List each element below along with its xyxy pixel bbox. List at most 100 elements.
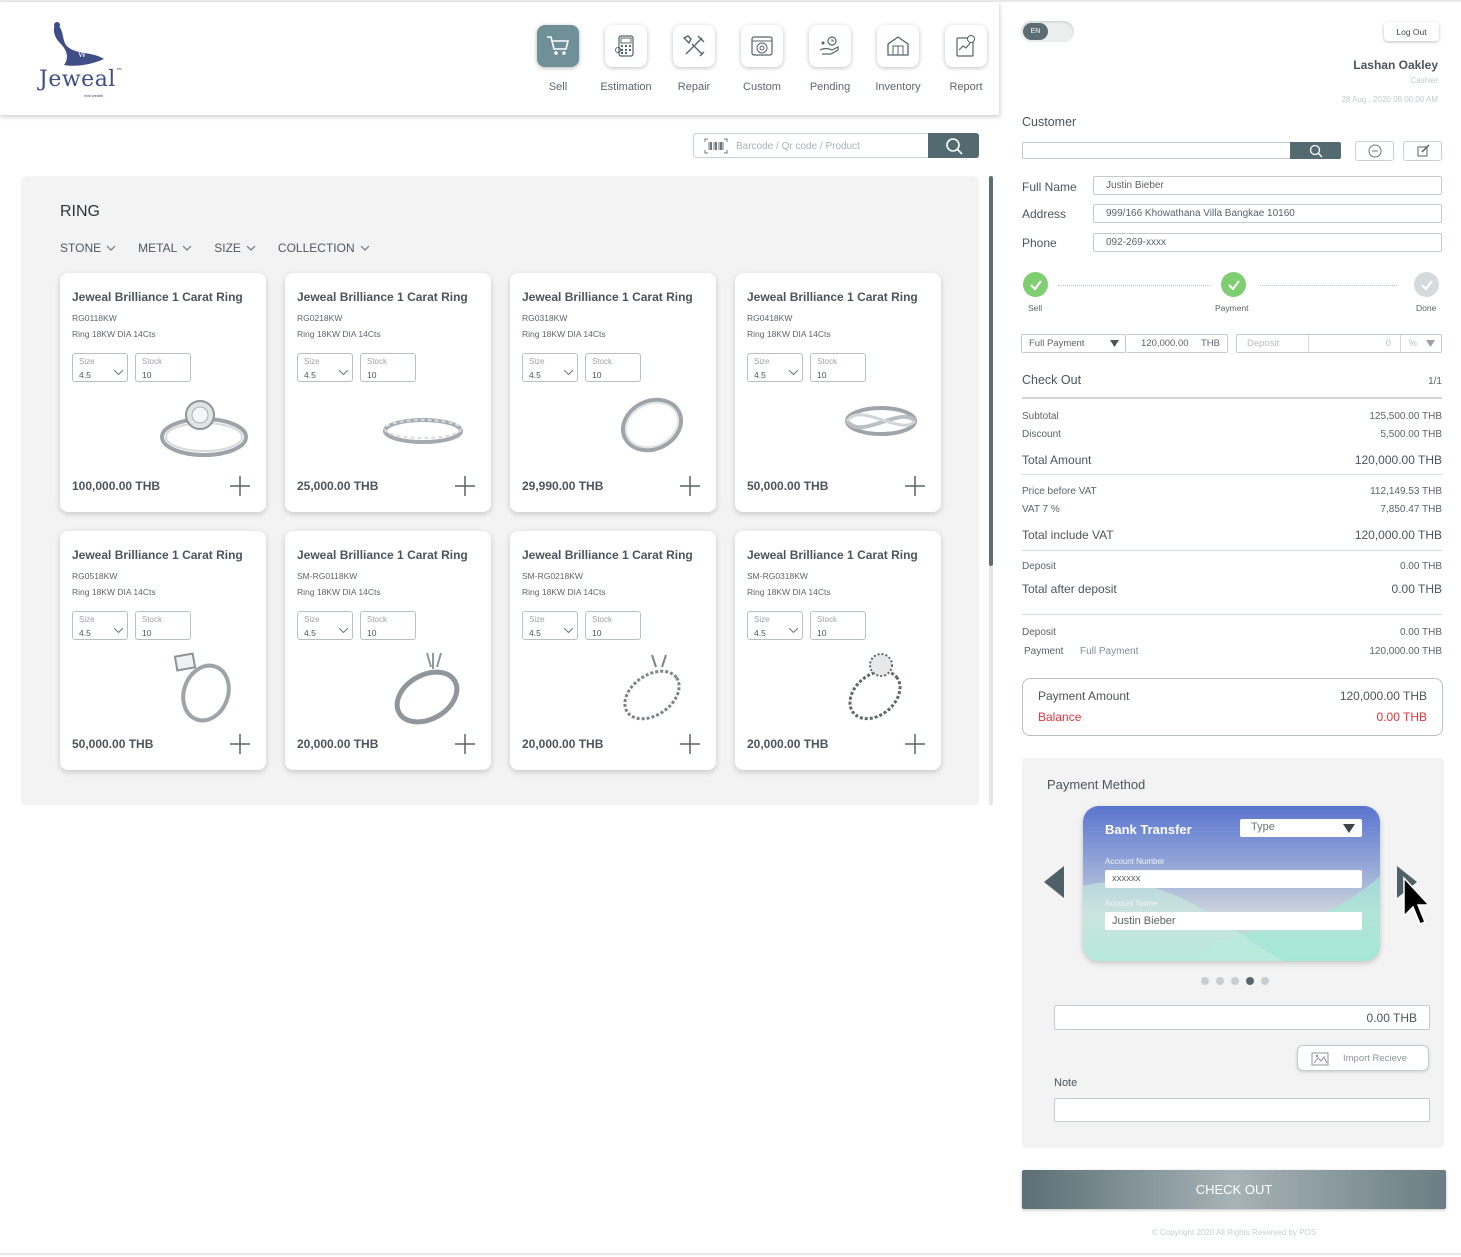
prev-arrow-icon[interactable] xyxy=(1044,866,1066,898)
nav-label: Pending xyxy=(809,81,851,93)
product-card[interactable]: Jeweal Brilliance 1 Carat Ring SM-RG0218… xyxy=(510,531,716,770)
filter-size[interactable]: SIZE xyxy=(214,241,256,255)
checkout-button[interactable]: CHECK OUT xyxy=(1022,1170,1446,1209)
size-select[interactable]: Size 4.5 xyxy=(297,611,353,640)
customer-search-button[interactable] xyxy=(1290,142,1341,159)
type-select[interactable]: Type xyxy=(1240,819,1362,837)
catalog-scrollbar[interactable] xyxy=(989,176,993,805)
plus-icon[interactable] xyxy=(453,732,477,756)
nav-report[interactable]: Report xyxy=(932,25,1000,93)
product-card[interactable]: Jeweal Brilliance 1 Carat Ring RG0518KW … xyxy=(60,531,266,770)
carousel-dot[interactable] xyxy=(1261,977,1269,985)
plus-icon[interactable] xyxy=(228,732,252,756)
edit-customer-button[interactable] xyxy=(1403,141,1442,161)
chevron-down-icon xyxy=(789,628,798,633)
stock-field[interactable]: Stock 10 xyxy=(360,611,416,640)
stock-field[interactable]: Stock 10 xyxy=(810,353,866,382)
account-number-field[interactable]: xxxxxx xyxy=(1105,870,1362,888)
nav-tile[interactable] xyxy=(741,25,783,67)
filter-stone[interactable]: STONE xyxy=(60,241,116,255)
product-card[interactable]: Jeweal Brilliance 1 Carat Ring RG0418KW … xyxy=(735,273,941,512)
crossover-ring-icon xyxy=(845,406,917,436)
nav-custom[interactable]: Custom xyxy=(728,25,796,93)
nav-pending[interactable]: Pending xyxy=(796,25,864,93)
nav-tile[interactable] xyxy=(877,25,919,67)
brand-logo[interactable]: W Jeweal™ real wealth xyxy=(36,21,136,101)
filter-collection[interactable]: COLLECTION xyxy=(278,241,370,255)
payment-amount-value: 120,000.00 xyxy=(1141,338,1189,349)
deposit-value: 0.00 THB xyxy=(1399,561,1442,572)
stock-field[interactable]: Stock 10 xyxy=(360,353,416,382)
product-desc: Ring 18KW DIA 14Cts xyxy=(72,329,156,339)
nav-tile[interactable] xyxy=(605,25,647,67)
stock-field[interactable]: Stock 10 xyxy=(135,611,191,640)
size-select[interactable]: Size 4.5 xyxy=(522,353,578,382)
nav-estimation[interactable]: Estimation xyxy=(592,25,660,93)
carousel-dot-active[interactable] xyxy=(1246,977,1254,985)
product-card[interactable]: Jeweal Brilliance 1 Carat Ring SM-RG0118… xyxy=(285,531,491,770)
nav-repair[interactable]: Repair xyxy=(660,25,728,93)
size-select[interactable]: Size 4.5 xyxy=(297,353,353,382)
plus-icon[interactable] xyxy=(678,732,702,756)
logout-button[interactable]: Log Out xyxy=(1384,22,1439,41)
payment-amount-field[interactable]: 120,000.00 THB xyxy=(1126,334,1228,353)
search-button[interactable] xyxy=(928,133,979,158)
nav-tile[interactable] xyxy=(537,25,579,67)
product-card[interactable]: Jeweal Brilliance 1 Carat Ring RG0118KW … xyxy=(60,273,266,512)
size-label: Size xyxy=(754,615,770,624)
deposit-field[interactable]: Deposit 0 % xyxy=(1236,334,1442,353)
after-deposit-value: 0.00 THB xyxy=(1391,582,1442,596)
size-select[interactable]: Size 4.5 xyxy=(72,353,128,382)
account-name-field[interactable]: Justin Bieber xyxy=(1105,912,1362,930)
check-icon xyxy=(1227,279,1240,291)
payment-amount-label: Payment Amount xyxy=(1038,689,1130,703)
plus-icon[interactable] xyxy=(678,474,702,498)
payment-method-title: Payment Method xyxy=(1047,777,1146,792)
nav-sell[interactable]: Sell xyxy=(524,25,592,93)
address-field[interactable]: 999/166 Khowathana Villa Bangkae 10160 xyxy=(1093,204,1442,223)
phone-field[interactable]: 092-269-xxxx xyxy=(1093,233,1442,252)
note-input[interactable] xyxy=(1054,1098,1430,1122)
product-name: Jeweal Brilliance 1 Carat Ring xyxy=(297,290,468,304)
stock-field[interactable]: Stock 10 xyxy=(135,353,191,382)
stock-field[interactable]: Stock 10 xyxy=(585,353,641,382)
add-customer-button[interactable] xyxy=(1355,141,1394,161)
full-name-field[interactable]: Justin Bieber xyxy=(1093,176,1442,195)
stock-field[interactable]: Stock 10 xyxy=(585,611,641,640)
size-select[interactable]: Size 4.5 xyxy=(72,611,128,640)
product-card[interactable]: Jeweal Brilliance 1 Carat Ring RG0318KW … xyxy=(510,273,716,512)
scroll-thumb[interactable] xyxy=(989,176,993,566)
search-input[interactable] xyxy=(736,137,916,155)
barcode-icon[interactable] xyxy=(704,138,728,154)
nav-tile[interactable] xyxy=(945,25,987,67)
carousel-dot[interactable] xyxy=(1201,977,1209,985)
stock-label: Stock xyxy=(817,615,838,624)
product-search xyxy=(693,133,979,158)
stock-label: Stock xyxy=(142,357,163,366)
nav-tile[interactable] xyxy=(809,25,851,67)
filter-metal[interactable]: METAL xyxy=(138,241,192,255)
plus-icon[interactable] xyxy=(228,474,252,498)
product-card[interactable]: Jeweal Brilliance 1 Carat Ring SM-RG0318… xyxy=(735,531,941,770)
language-toggle[interactable]: EN xyxy=(1021,21,1074,42)
plus-icon[interactable] xyxy=(903,474,927,498)
payment-type-select[interactable]: Full Payment xyxy=(1021,334,1126,353)
user-name: Lashan Oakley xyxy=(1353,58,1438,72)
plus-icon[interactable] xyxy=(453,474,477,498)
method-amount-input[interactable]: 0.00 THB xyxy=(1054,1005,1430,1030)
nav-inventory[interactable]: Inventory xyxy=(864,25,932,93)
nav-tile[interactable] xyxy=(673,25,715,67)
plus-icon[interactable] xyxy=(903,732,927,756)
stock-field[interactable]: Stock 10 xyxy=(810,611,866,640)
carousel-dot[interactable] xyxy=(1216,977,1224,985)
carousel-dot[interactable] xyxy=(1231,977,1239,985)
bank-transfer-card[interactable]: Bank Transfer Type Account Number xxxxxx… xyxy=(1083,806,1380,961)
size-select[interactable]: Size 4.5 xyxy=(522,611,578,640)
import-receipt-button[interactable]: Import Recieve xyxy=(1297,1045,1429,1071)
subtotal-value: 125,500.00 THB xyxy=(1369,411,1442,422)
size-select[interactable]: Size 4.5 xyxy=(747,611,803,640)
product-card[interactable]: Jeweal Brilliance 1 Carat Ring RG0218KW … xyxy=(285,273,491,512)
customer-search-input[interactable] xyxy=(1022,142,1290,159)
stock-value: 10 xyxy=(367,628,377,638)
size-select[interactable]: Size 4.5 xyxy=(747,353,803,382)
